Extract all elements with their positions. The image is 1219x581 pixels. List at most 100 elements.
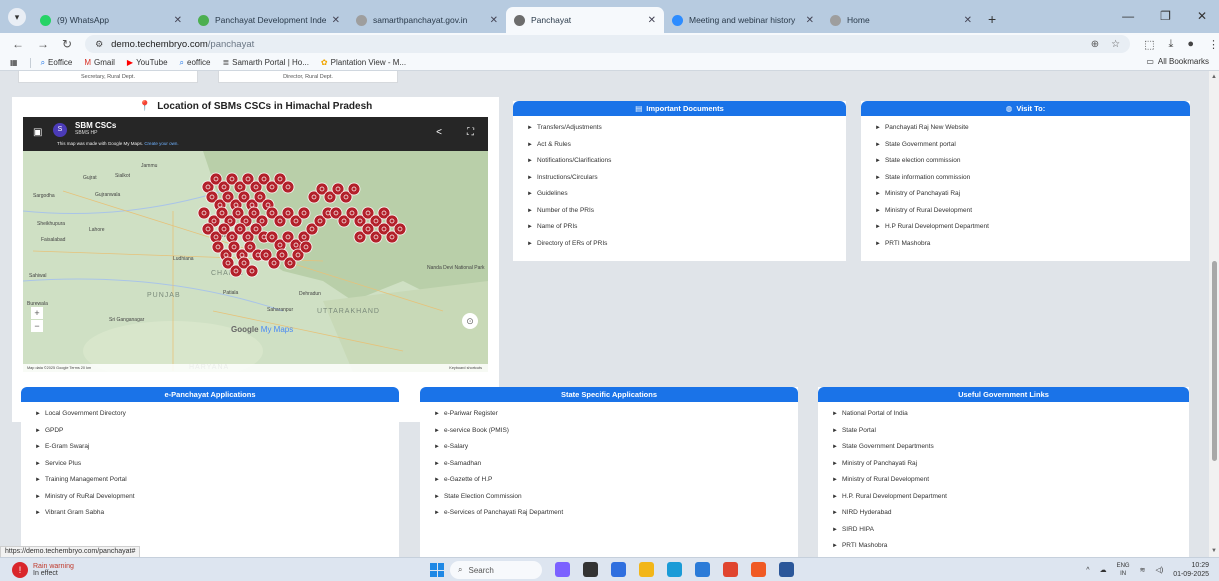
useful-link[interactable]: ► State Government Departments [832,439,1189,456]
language-indicator[interactable]: ENG IN [1117,562,1130,578]
tab-close-icon[interactable]: ✕ [806,15,814,26]
e-panchayat-link[interactable]: ► GPDP [35,423,399,440]
embedded-map[interactable]: ▣ S SBM CSCs SBMS HP This map was made w… [23,117,488,372]
maximize-icon[interactable]: ❐ [1160,9,1171,23]
my-location-button[interactable]: ⊙ [462,313,478,329]
useful-link[interactable]: ► National Portal of India [832,406,1189,423]
new-tab-button[interactable]: + [988,11,996,27]
taskbar-search[interactable]: ⌕ Search [450,561,542,579]
create-map-link[interactable]: Create your own. [144,141,178,146]
edge-icon[interactable] [667,562,682,577]
useful-link[interactable]: ► SIRD HIPA [832,522,1189,539]
csc-location-marker[interactable] [245,264,259,278]
apps-icon[interactable]: ▦ [10,58,18,67]
csc-location-marker[interactable] [299,240,313,254]
tab-close-icon[interactable]: ✕ [174,15,182,26]
browser-tab[interactable]: samarthpanchayat.gov.in ✕ [348,7,506,33]
useful-link[interactable]: ► Ministry of Rural Development [832,472,1189,489]
start-button[interactable] [430,563,444,577]
important-document-link[interactable]: ► Directory of ERs of PRIs [527,236,846,253]
download-icon[interactable]: ⤓ [1168,38,1173,51]
state-specific-link[interactable]: ► e-Services of Panchayati Raj Department [434,505,798,522]
important-document-link[interactable]: ► Notifications/Clarifications [527,153,846,170]
wifi-icon[interactable]: ≋ [1140,566,1146,574]
bookmark-item[interactable]: M Gmail [84,58,115,68]
close-window-icon[interactable]: ✕ [1197,9,1207,23]
menu-icon[interactable]: ⋮ [1208,38,1219,51]
scroll-thumb[interactable] [1212,261,1217,461]
csc-location-marker[interactable] [393,222,407,236]
tab-close-icon[interactable]: ✕ [648,15,656,26]
bookmark-item[interactable]: ▶ YouTube [127,58,168,68]
visit-to-link[interactable]: ► State election commission [875,153,1190,170]
weather-widget[interactable]: ! Rain warning In effect [12,562,74,578]
all-bookmarks[interactable]: ▭ All Bookmarks [1146,57,1209,66]
visit-to-link[interactable]: ► Panchayati Raj New Website [875,120,1190,137]
store-icon[interactable] [695,562,710,577]
important-document-link[interactable]: ► Instructions/Circulars [527,170,846,187]
copilot-icon[interactable] [555,562,570,577]
word-icon[interactable] [779,562,794,577]
bookmark-star-icon[interactable]: ☆ [1111,39,1120,50]
e-panchayat-link[interactable]: ► Vibrant Gram Sabha [35,505,399,522]
page-scrollbar[interactable]: ▲ ▼ [1209,71,1219,557]
state-specific-link[interactable]: ► e-Gazette of H.P [434,472,798,489]
visit-to-link[interactable]: ► Ministry of Rural Development [875,203,1190,220]
widgets-icon[interactable] [611,562,626,577]
onedrive-icon[interactable]: ☁ [1100,566,1107,574]
bookmark-item[interactable]: ⌕ eoffice [180,58,211,68]
file-explorer-icon[interactable] [639,562,654,577]
site-info-icon[interactable]: ⚙ [95,39,103,50]
map-attribution[interactable]: Map data ©2025 Google Terms 20 km [27,366,91,370]
forward-icon[interactable]: → [37,37,49,51]
chrome-icon[interactable] [723,562,738,577]
keyboard-shortcuts-link[interactable]: Keyboard shortcuts [449,366,482,370]
zoom-out-button[interactable]: − [31,320,43,332]
csc-location-marker[interactable] [297,206,311,220]
important-document-link[interactable]: ► Guidelines [527,186,846,203]
share-icon[interactable]: < [436,127,442,138]
volume-icon[interactable]: ◁) [1155,566,1163,574]
useful-link[interactable]: ► Ministry of Panchayati Raj [832,456,1189,473]
bookmark-item[interactable]: ✿ Plantation View - M... [321,58,406,68]
bookmark-item[interactable]: ⌕ Eoffice [41,58,73,68]
reload-icon[interactable]: ↻ [62,37,72,51]
important-document-link[interactable]: ► Name of PRIs [527,219,846,236]
profile-icon[interactable]: ● [1187,38,1194,51]
visit-to-link[interactable]: ► PRTI Mashobra [875,236,1190,253]
tab-close-icon[interactable]: ✕ [332,15,340,26]
visit-to-link[interactable]: ► H.P Rural Development Department [875,219,1190,236]
chevron-up-icon[interactable]: ^ [1086,567,1089,574]
scroll-down-icon[interactable]: ▼ [1211,548,1217,554]
brave-icon[interactable] [751,562,766,577]
browser-tab[interactable]: Home ✕ [822,7,980,33]
state-specific-link[interactable]: ► e-Pariwar Register [434,406,798,423]
extensions-icon[interactable]: ⬚ [1144,38,1154,51]
browser-tab[interactable]: Panchayat ✕ [506,7,664,33]
e-panchayat-link[interactable]: ► Training Management Portal [35,472,399,489]
csc-location-marker[interactable] [347,182,361,196]
useful-link[interactable]: ► PRTI Mashobra [832,538,1189,555]
state-specific-link[interactable]: ► e-Samadhan [434,456,798,473]
important-document-link[interactable]: ► Transfers/Adjustments [527,120,846,137]
useful-link[interactable]: ► NIRD Hyderabad [832,505,1189,522]
tab-close-icon[interactable]: ✕ [964,15,972,26]
state-specific-link[interactable]: ► e-service Book (PMIS) [434,423,798,440]
useful-link[interactable]: ► H.P. Rural Development Department [832,489,1189,506]
browser-tab[interactable]: Panchayat Development Index ✕ [190,7,348,33]
minimize-icon[interactable]: — [1122,9,1134,23]
browser-tab[interactable]: Meeting and webinar history ✕ [664,7,822,33]
map-legend-icon[interactable]: ▣ [33,127,42,138]
map-canvas[interactable]: Jammu Gujrat Sialkot Sargodha Gujranwala Shei… [23,151,488,372]
useful-link[interactable]: ► State Portal [832,423,1189,440]
task-view-icon[interactable] [583,562,598,577]
state-specific-link[interactable]: ► e-Salary [434,439,798,456]
e-panchayat-link[interactable]: ► Ministry of RuRal Development [35,489,399,506]
visit-to-link[interactable]: ► Ministry of Panchayati Raj [875,186,1190,203]
csc-location-marker[interactable] [281,180,295,194]
browser-tab[interactable]: (9) WhatsApp ✕ [32,7,190,33]
csc-location-marker[interactable] [197,206,211,220]
e-panchayat-link[interactable]: ► Local Government Directory [35,406,399,423]
back-icon[interactable]: ← [12,37,24,51]
visit-to-link[interactable]: ► State Government portal [875,137,1190,154]
